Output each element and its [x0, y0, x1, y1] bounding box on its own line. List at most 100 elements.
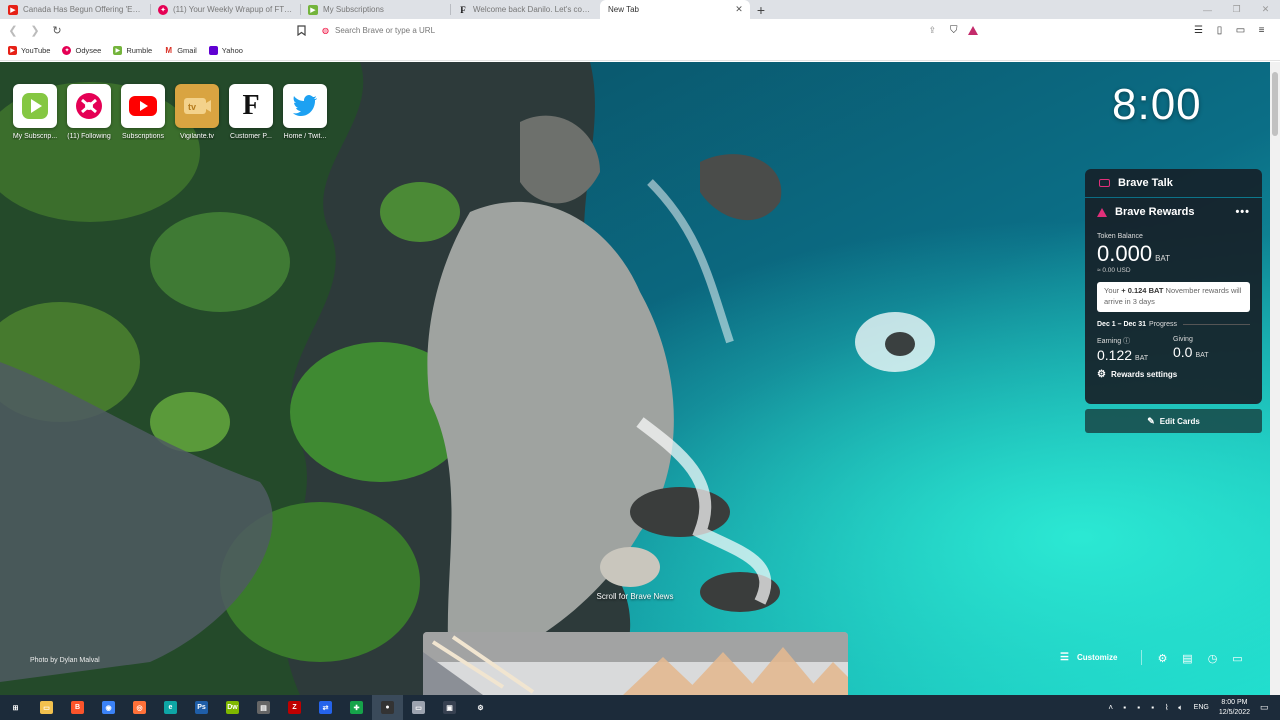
bookmark-yahoo[interactable]: Yahoo — [208, 46, 243, 55]
giving-section: Giving 0.0 BAT — [1173, 336, 1249, 363]
taskbar-app[interactable]: ▤ — [248, 695, 279, 720]
bookmarks-bar: ▶ YouTube ✦ Odysee ▶ Rumble M Gmail Yaho… — [0, 41, 1280, 61]
youtube-icon: ▶ — [8, 46, 17, 55]
top-site-tile[interactable]: F — [229, 84, 273, 128]
bookmark-label: Yahoo — [221, 46, 243, 55]
taskbar-app[interactable]: e — [155, 695, 186, 720]
top-site-twitter[interactable]: Home / Twit... — [278, 84, 332, 140]
network-icon: ⇄ — [319, 701, 332, 714]
taskbar-app[interactable]: ⊞ — [0, 695, 31, 720]
taskbar-app[interactable]: ▭ — [403, 695, 434, 720]
top-site-customer-portal[interactable]: F Customer P... — [224, 84, 278, 140]
wallet-icon[interactable]: ▭ — [1230, 25, 1251, 36]
taskbar-app[interactable]: Dw — [217, 695, 248, 720]
video-camera-icon — [1099, 179, 1110, 187]
taskbar-app[interactable]: Ps — [186, 695, 217, 720]
edit-cards-button[interactable]: ✎ Edit Cards — [1085, 409, 1262, 433]
taskbar-app[interactable]: ▣ — [434, 695, 465, 720]
token-balance-label: Token Balance — [1097, 233, 1143, 240]
info-icon[interactable]: ⓘ — [1123, 338, 1130, 345]
tab-title: New Tab — [608, 5, 639, 14]
brave-shields-icon[interactable]: ⛉ — [950, 25, 958, 36]
top-site-tile[interactable] — [67, 84, 111, 128]
top-site-tile[interactable]: tv — [175, 84, 219, 128]
forward-button[interactable]: ❯ — [26, 21, 44, 39]
tab-new-tab[interactable]: New Tab ✕ — [600, 0, 750, 19]
settings-gear-icon[interactable]: ⚙ — [1150, 652, 1175, 665]
taskbar-app[interactable]: ⇄ — [310, 695, 341, 720]
tray-chevron-icon[interactable]: ˄ — [1104, 703, 1118, 712]
address-bar[interactable]: ◍ Search Brave or type a URL ⇪ — [316, 21, 942, 39]
bookmark-odysee[interactable]: ✦ Odysee — [62, 46, 101, 55]
maximize-button[interactable]: ❐ — [1222, 4, 1251, 15]
taskbar-app[interactable]: ▭ — [31, 695, 62, 720]
taskbar-app[interactable]: ✚ — [341, 695, 372, 720]
more-options-icon[interactable]: ••• — [1235, 206, 1250, 218]
top-site-rumble[interactable]: My Subscrip... — [8, 84, 62, 140]
brave-rewards-card: Brave Rewards ••• Token Balance 0.000 BA… — [1085, 198, 1262, 404]
bookmark-icon[interactable] — [292, 21, 310, 39]
scrollbar-thumb[interactable] — [1272, 72, 1278, 136]
reading-list-icon[interactable]: ☰ — [1188, 25, 1209, 36]
network-tray-icon[interactable]: ⌇ — [1160, 703, 1174, 712]
window-controls: — ❐ ✕ — [1193, 0, 1280, 19]
tab-rumble-subscriptions[interactable]: ▶ My Subscriptions — [300, 0, 450, 19]
bookmark-youtube[interactable]: ▶ YouTube — [8, 46, 50, 55]
taskbar-clock[interactable]: 8:00 PM 12/5/2022 — [1219, 698, 1250, 716]
close-tab-icon[interactable]: ✕ — [734, 4, 744, 15]
customize-button[interactable]: ☰ Customize — [1060, 652, 1117, 663]
history-icon[interactable]: ◷ — [1200, 652, 1225, 665]
tab-welcome-back[interactable]: F Welcome back Danilo. Let's continue — [450, 0, 600, 19]
page-scrollbar[interactable] — [1270, 62, 1280, 695]
top-site-tile[interactable] — [13, 84, 57, 128]
bookmark-rumble[interactable]: ▶ Rumble — [113, 46, 152, 55]
top-site-vigilante[interactable]: tv Vigilante.tv — [170, 84, 224, 140]
minimize-button[interactable]: — — [1193, 5, 1222, 15]
top-site-tile[interactable] — [283, 84, 327, 128]
news-thumbnail-image[interactable] — [423, 632, 848, 695]
taskbar-app[interactable]: ● — [372, 695, 403, 720]
taskbar-app[interactable]: ⚙ — [465, 695, 496, 720]
brave-talk-icon[interactable]: ▭ — [1225, 652, 1250, 665]
photo-credit[interactable]: Photo by Dylan Malval — [30, 657, 100, 664]
divider — [1141, 650, 1142, 665]
top-site-tile[interactable] — [121, 84, 165, 128]
bookmarks-icon[interactable]: ▤ — [1175, 652, 1200, 665]
brave-rewards-icon[interactable] — [967, 25, 978, 35]
menu-icon[interactable]: ≡ — [1251, 25, 1272, 36]
tab-odysee-wrapup[interactable]: ✦ (11) Your Weekly Wrapup of FTX, Karr — [150, 0, 300, 19]
top-site-odysee[interactable]: (11) Following — [62, 84, 116, 140]
scroll-for-brave-news[interactable]: Scroll for Brave News — [560, 592, 710, 601]
reload-button[interactable]: ↻ — [48, 21, 66, 39]
taskbar-app[interactable]: ◉ — [93, 695, 124, 720]
youtube-icon — [129, 96, 157, 116]
tray-app-icon[interactable]: ▪ — [1118, 703, 1132, 712]
giving-value: 0.0 — [1173, 343, 1193, 360]
taskbar-app[interactable]: Z — [279, 695, 310, 720]
share-icon[interactable]: ⇪ — [928, 25, 936, 36]
tray-app-icon[interactable]: ▪ — [1132, 703, 1146, 712]
notifications-icon[interactable]: ▭ — [1260, 702, 1274, 713]
tool-icon: ✚ — [350, 701, 363, 714]
tray-app-icon[interactable]: ▪ — [1146, 703, 1160, 712]
rewards-settings-link[interactable]: ⚙ Rewards settings — [1097, 369, 1250, 380]
close-window-button[interactable]: ✕ — [1251, 4, 1280, 15]
tab-youtube-video[interactable]: ▶ Canada Has Begun Offering 'EU KILL' S — [0, 0, 150, 19]
new-tab-button[interactable]: + — [750, 0, 772, 19]
bookmark-gmail[interactable]: M Gmail — [164, 46, 196, 55]
sidebar-icon[interactable]: ▯ — [1209, 25, 1230, 36]
rewards-title: Brave Rewards — [1115, 206, 1195, 218]
clock: 8:00 — [1112, 80, 1202, 129]
brave-talk-card[interactable]: Brave Talk — [1085, 169, 1262, 197]
taskbar-app[interactable]: ◎ — [124, 695, 155, 720]
rumble-icon: ▶ — [113, 46, 123, 55]
back-button[interactable]: ❮ — [4, 21, 22, 39]
taskbar-app[interactable]: B — [62, 695, 93, 720]
top-site-label: Customer P... — [230, 133, 272, 140]
yahoo-icon — [208, 46, 218, 55]
tab-title: Canada Has Begun Offering 'EU KILL' S — [23, 5, 144, 14]
language-indicator[interactable]: ENG — [1194, 704, 1209, 711]
top-site-youtube[interactable]: Subscriptions — [116, 84, 170, 140]
volume-icon[interactable]: 🔈︎ — [1174, 703, 1188, 713]
address-placeholder: Search Brave or type a URL — [334, 25, 436, 35]
